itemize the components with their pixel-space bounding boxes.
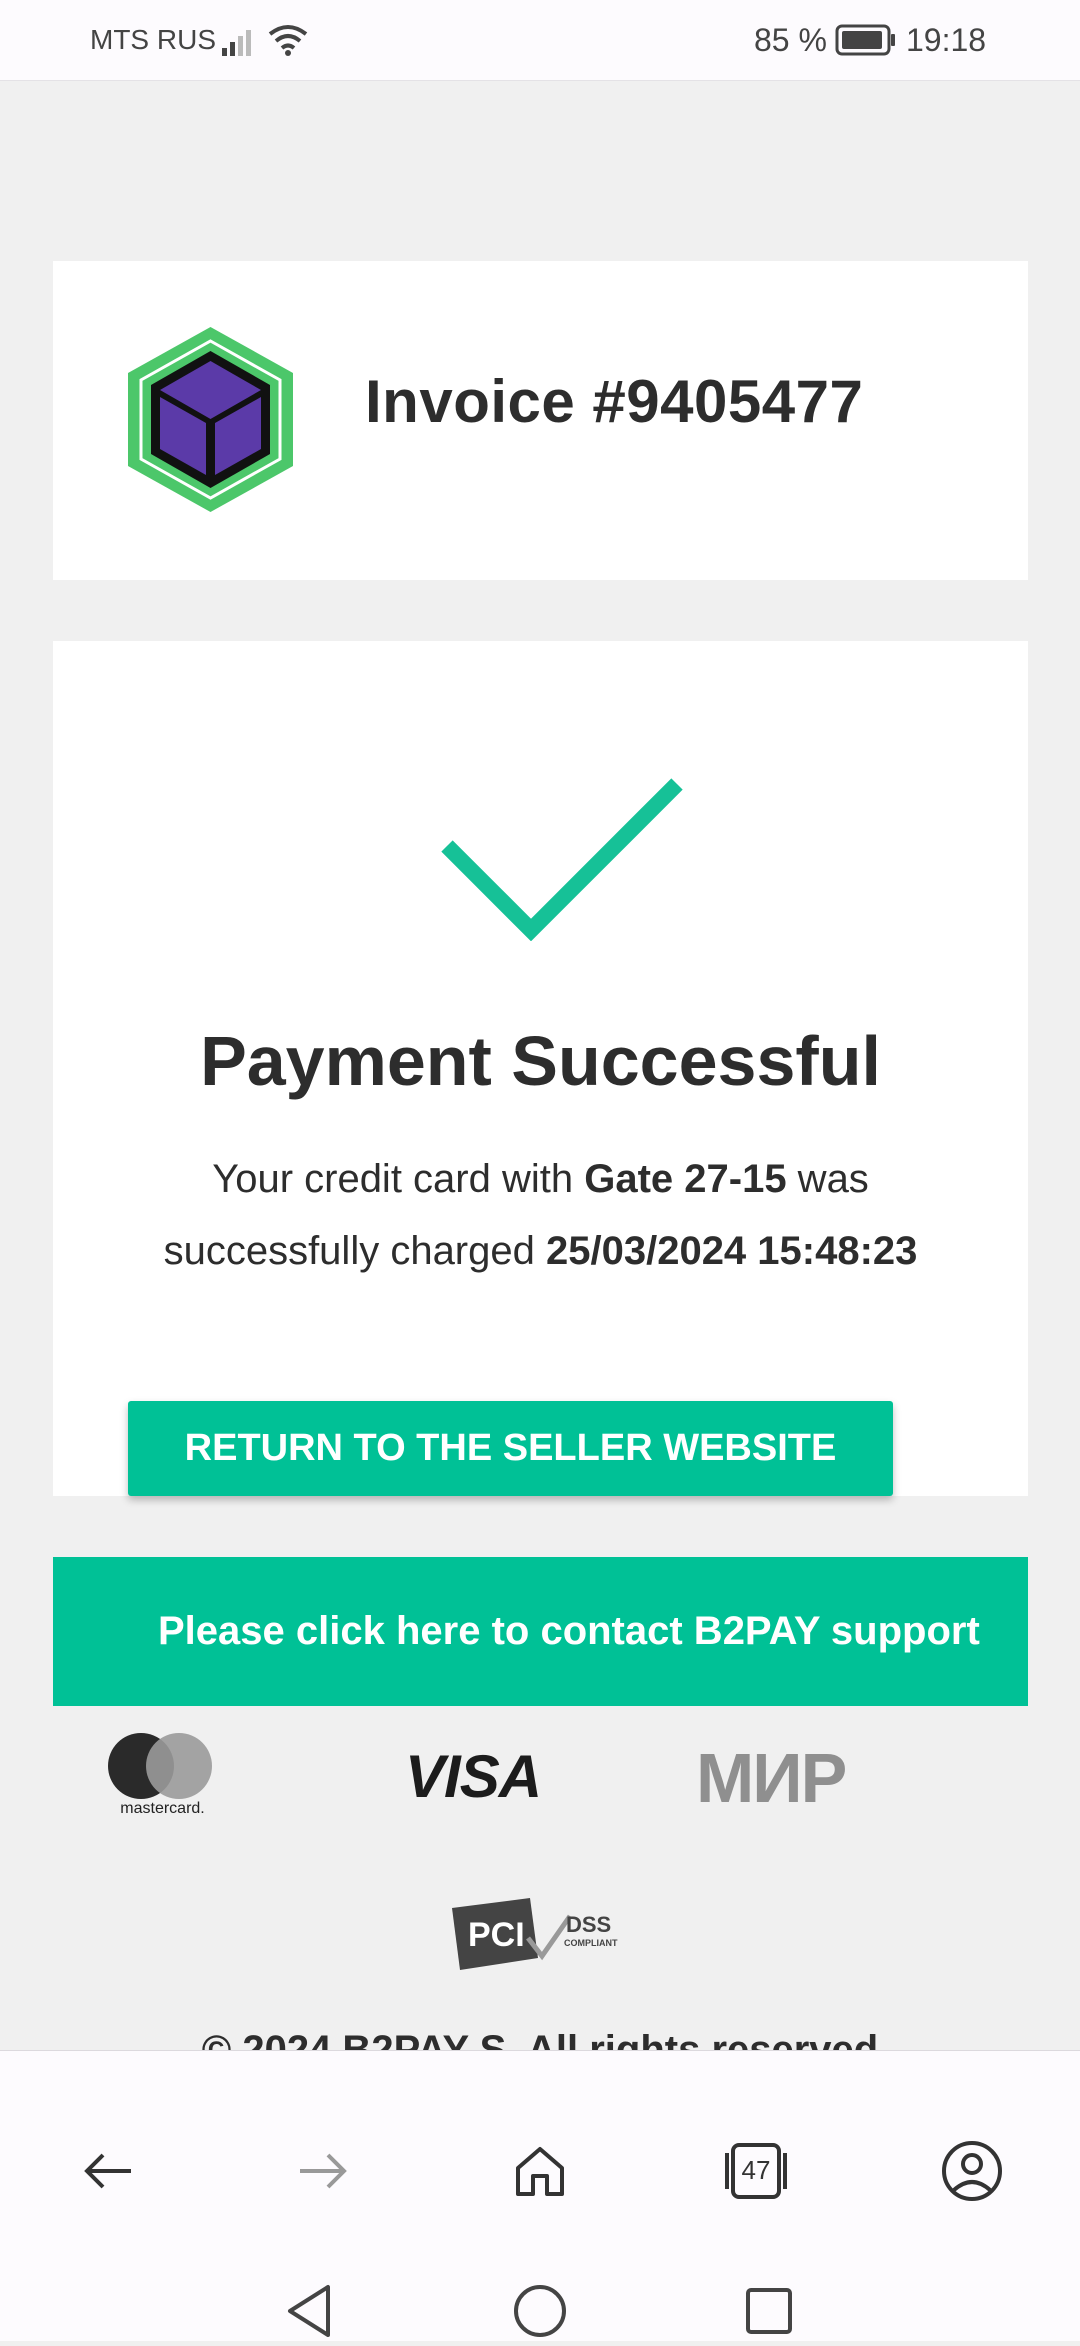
- system-home-button[interactable]: [505, 2276, 575, 2346]
- forward-button[interactable]: [283, 2131, 363, 2211]
- circle-home-icon: [514, 2285, 566, 2337]
- copyright-text: © 2024 B2PAY S. All rights reserved: [201, 2028, 879, 2050]
- home-button[interactable]: [500, 2131, 580, 2211]
- carrier-name: MTS RUS: [90, 24, 216, 55]
- svg-text:COMPLIANT: COMPLIANT: [564, 1938, 618, 1948]
- arrow-right-icon: [300, 2153, 347, 2189]
- profile-button[interactable]: [932, 2131, 1012, 2211]
- wifi-icon: [268, 25, 308, 56]
- contact-support-link[interactable]: Please click here to contact B2PAY suppo…: [53, 1557, 1028, 1706]
- invoice-title: Invoice #9405477: [365, 368, 864, 435]
- status-bar: MTS RUS 85 % 19:18: [0, 0, 1080, 81]
- cube-logo-icon: [128, 327, 293, 512]
- svg-text:PCI: PCI: [468, 1916, 525, 1954]
- system-back-button[interactable]: [274, 2276, 344, 2346]
- payment-description: Your credit card with Gate 27-15 was suc…: [143, 1143, 938, 1287]
- triangle-back-icon: [288, 2285, 330, 2337]
- mir-logo: МИР: [696, 1739, 847, 1817]
- system-recents-button[interactable]: [734, 2276, 804, 2346]
- mastercard-logo-icon: [108, 1733, 212, 1799]
- return-to-seller-button[interactable]: RETURN TO THE SELLER WEBSITE: [128, 1401, 893, 1496]
- account-circle-icon: [942, 2141, 1002, 2201]
- signal-icon: [222, 30, 251, 56]
- battery-icon: [835, 24, 895, 56]
- charge-datetime: 25/03/2024 15:48:23: [545, 1229, 918, 1273]
- back-button[interactable]: [68, 2131, 148, 2211]
- invoice-card: Invoice #9405477: [53, 261, 1028, 580]
- home-icon: [516, 2147, 564, 2196]
- battery-percent: 85 %: [754, 22, 827, 58]
- pci-dss-logo-icon: PCI DSS COMPLIANT: [452, 1898, 618, 1970]
- payment-status-title: Payment Successful: [200, 1022, 881, 1100]
- desc-prefix: Your credit card with: [212, 1157, 585, 1201]
- browser-toolbar: 47: [0, 2050, 1080, 2341]
- mastercard-label: mastercard.: [120, 1800, 205, 1817]
- svg-text:DSS: DSS: [566, 1912, 611, 1937]
- payment-success-card: Payment Successful Your credit card with…: [53, 641, 1028, 1496]
- tabs-button[interactable]: 47: [716, 2131, 796, 2211]
- visa-logo: VISA: [405, 1743, 542, 1810]
- gateway-name: Gate 27-15: [584, 1157, 787, 1201]
- tab-count: 47: [741, 2155, 771, 2185]
- checkmark-icon: [441, 778, 683, 941]
- arrow-left-icon: [84, 2153, 131, 2189]
- clock: 19:18: [906, 22, 987, 58]
- square-recents-icon: [746, 2288, 792, 2334]
